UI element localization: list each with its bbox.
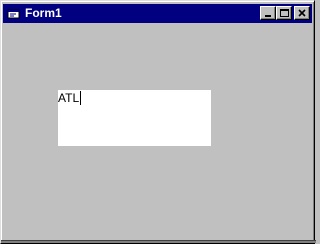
- text-input-value-wrap: ATL: [58, 91, 82, 105]
- window-controls: [260, 6, 310, 20]
- window-title: Form1: [25, 6, 62, 20]
- close-button[interactable]: [294, 6, 310, 20]
- maximize-button[interactable]: [276, 6, 292, 20]
- form-client-area: ATL: [3, 23, 312, 239]
- minimize-button[interactable]: [260, 6, 276, 20]
- form-window: Form1 ATL: [0, 0, 316, 244]
- text-input-value: ATL: [58, 91, 80, 105]
- form-app-icon[interactable]: [7, 8, 21, 20]
- close-icon: [298, 9, 306, 17]
- maximize-icon: [280, 9, 289, 17]
- text-input[interactable]: ATL: [58, 90, 211, 146]
- minimize-icon: [265, 15, 271, 17]
- window-bottom-edge: [1, 240, 316, 243]
- text-caret: [80, 91, 82, 105]
- title-bar[interactable]: Form1: [3, 4, 312, 23]
